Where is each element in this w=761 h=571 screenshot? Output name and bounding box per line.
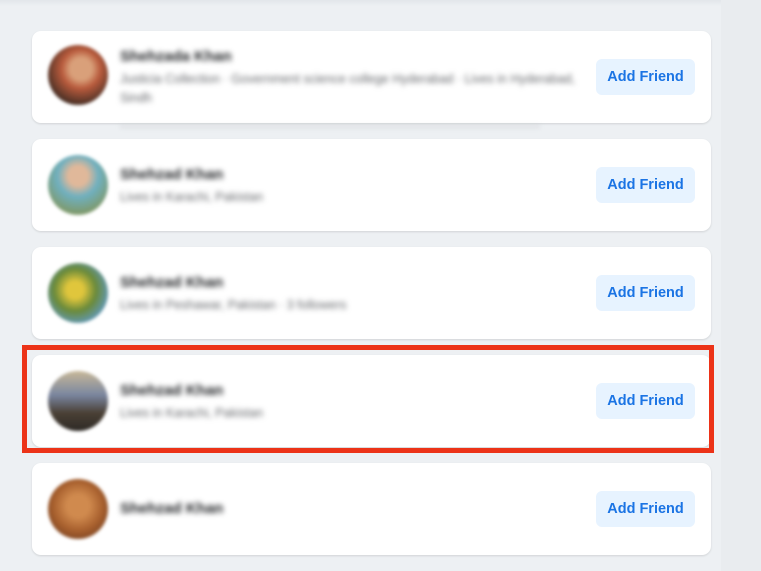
suggestion-card[interactable]: Shehzad Khan Lives in Peshawar, Pakistan… [32,247,711,339]
avatar[interactable] [48,371,108,431]
avatar[interactable] [48,45,108,105]
person-name[interactable]: Shehzad Khan [120,274,223,291]
add-friend-button[interactable]: Add Friend [596,383,695,419]
suggestion-card[interactable]: Shehzad Khan Lives in Karachi, Pakistan … [32,139,711,231]
suggestion-card[interactable]: Shehzad Khan Lives in Karachi, Pakistan … [32,355,711,447]
add-friend-button[interactable]: Add Friend [596,491,695,527]
add-friend-button[interactable]: Add Friend [596,167,695,203]
add-friend-button[interactable]: Add Friend [596,59,695,95]
right-margin [721,0,761,571]
avatar[interactable] [48,263,108,323]
person-details: Justicia Collection · Government science… [120,72,576,105]
suggestion-card[interactable]: Shehzad Khan Add Friend [32,463,711,555]
avatar[interactable] [48,155,108,215]
person-name[interactable]: Shehzada Khan [120,48,232,65]
suggestion-card[interactable]: Shehzada Khan Justicia Collection · Gove… [32,31,711,123]
add-friend-button[interactable]: Add Friend [596,275,695,311]
person-name[interactable]: Shehzad Khan [120,382,223,399]
person-name[interactable]: Shehzad Khan [120,500,223,517]
avatar[interactable] [48,479,108,539]
friend-suggestions-page: Shehzada Khan Justicia Collection · Gove… [0,0,761,571]
person-name[interactable]: Shehzad Khan [120,166,223,183]
divider-shadow [120,125,540,128]
person-details: Lives in Karachi, Pakistan [120,406,264,420]
person-details: Lives in Karachi, Pakistan [120,190,264,204]
person-details: Lives in Peshawar, Pakistan · 3 follower… [120,298,347,312]
top-shade [0,0,761,6]
